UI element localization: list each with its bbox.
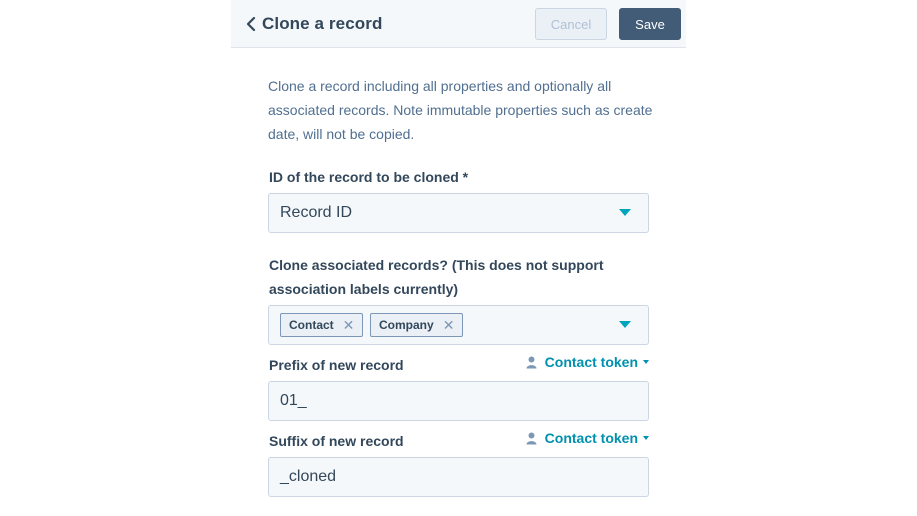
- prefix-input[interactable]: 01_: [268, 381, 649, 421]
- suffix-contact-token-dropdown[interactable]: Contact token: [526, 430, 649, 446]
- caret-down-icon: [643, 436, 649, 440]
- suffix-input[interactable]: _cloned: [268, 457, 649, 497]
- associated-records-multiselect[interactable]: Contact ✕ Company ✕: [268, 305, 649, 345]
- tag-label: Contact: [289, 318, 334, 332]
- clone-record-panel: Clone a record Cancel Save Clone a recor…: [231, 0, 686, 516]
- tag-contact: Contact ✕: [280, 313, 364, 337]
- tag-label: Company: [379, 318, 434, 332]
- contact-token-label: Contact token: [544, 430, 638, 446]
- cancel-button[interactable]: Cancel: [535, 8, 607, 40]
- panel-title: Clone a record: [262, 14, 383, 33]
- suffix-value: _cloned: [280, 468, 337, 485]
- panel-header: Clone a record Cancel Save: [231, 0, 686, 48]
- prefix-value: 01_: [280, 392, 307, 409]
- associated-records-label: Clone associated records? (This does not…: [269, 257, 604, 297]
- prefix-contact-token-dropdown[interactable]: Contact token: [526, 354, 649, 370]
- record-id-value: Record ID: [280, 204, 353, 221]
- person-icon: [526, 432, 537, 445]
- remove-tag-icon[interactable]: ✕: [343, 318, 355, 332]
- caret-down-icon: [619, 209, 631, 216]
- caret-down-icon: [643, 360, 649, 364]
- chevron-left-icon: [246, 16, 256, 32]
- record-id-select[interactable]: Record ID: [268, 193, 649, 233]
- remove-tag-icon[interactable]: ✕: [443, 318, 455, 332]
- person-icon: [526, 356, 537, 369]
- prefix-label: Prefix of new record: [269, 357, 404, 373]
- save-button[interactable]: Save: [619, 8, 681, 40]
- caret-down-icon: [619, 321, 631, 328]
- action-description: Clone a record including all properties …: [268, 78, 653, 142]
- back-button[interactable]: [241, 13, 261, 35]
- tag-company: Company ✕: [370, 313, 464, 337]
- suffix-label: Suffix of new record: [269, 433, 404, 449]
- record-id-label: ID of the record to be cloned *: [269, 169, 469, 185]
- contact-token-label: Contact token: [544, 354, 638, 370]
